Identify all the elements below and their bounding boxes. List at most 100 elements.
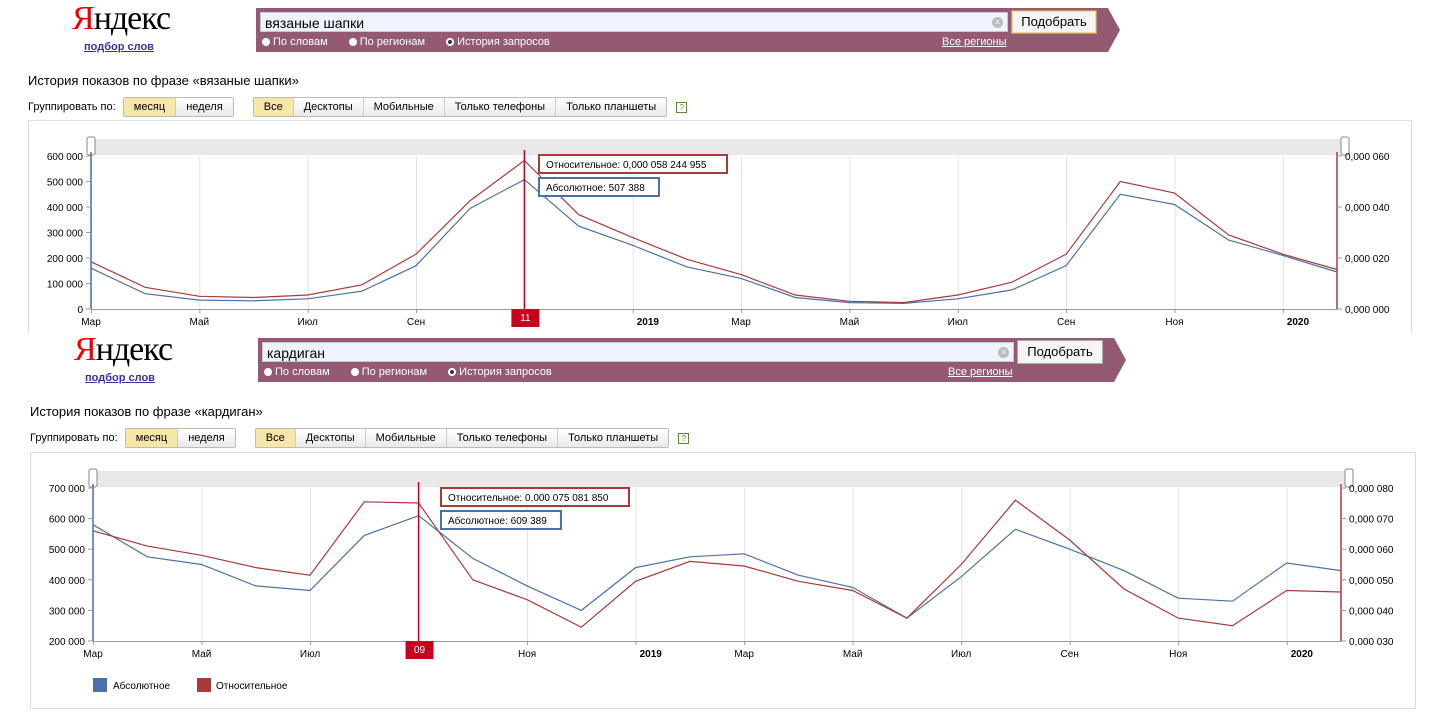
group-label: Группировать по:	[30, 432, 118, 444]
device-switch: Все Десктопы Мобильные Только телефоны Тольк…	[254, 428, 670, 448]
y-left-tick-label: 200 000	[47, 254, 84, 265]
tooltip-relative: Относительное: 0,000 075 081 850	[448, 493, 609, 504]
all-regions-link[interactable]: Все регионы	[942, 36, 1007, 48]
history-chart: 0 100 000 200 000 300 000 400 000 500 000 600 …	[47, 136, 1390, 328]
x-tick-label: Май	[192, 649, 212, 660]
search-input[interactable]: вязаные шапки ×	[260, 12, 1008, 32]
panel-vyazanye-shapki: Яндекс подбор слов вязаные шапки × Подобр…	[0, 0, 1440, 333]
x-tick-label: Мар	[81, 317, 101, 328]
x-tick-label: Сен	[407, 317, 425, 328]
all-regions-link[interactable]: Все регионы	[948, 366, 1013, 378]
device-phones[interactable]: Только телефоны	[446, 429, 559, 447]
y-left-tick-label: 200 000	[49, 637, 86, 648]
period-month[interactable]: месяц	[123, 98, 177, 116]
x-tick-label: Ноя	[1169, 649, 1187, 660]
series-line-relative	[90, 159, 1338, 304]
panel-kardigan: Яндекс подбор слов кардиган × Подобрать П…	[0, 332, 1440, 710]
y-right-tick-label: 0,000 030	[1349, 637, 1394, 648]
x-tick-label: Мар	[731, 317, 751, 328]
radio-by-words[interactable]: По словам	[262, 36, 328, 48]
x-tick-label: Мар	[734, 649, 754, 660]
crosshair-label: 09	[414, 645, 426, 656]
yandex-logo[interactable]: Яндекс	[72, 2, 171, 36]
y-left-tick-label: 400 000	[49, 576, 86, 587]
y-right-tick-label: 0,000 070	[1349, 515, 1394, 526]
wordstat-link[interactable]: подбор слов	[84, 41, 154, 53]
search-mode-radios: По словам По регионам История запросов	[264, 366, 570, 378]
y-right-tick-label: 0,000 040	[1345, 203, 1390, 214]
legend-label-absolute: Абсолютное	[113, 680, 171, 692]
device-all[interactable]: Все	[253, 98, 294, 116]
y-left-tick-label: 700 000	[49, 484, 86, 495]
x-tick-label: 2020	[1291, 649, 1314, 660]
radio-history[interactable]: История запросов	[448, 366, 552, 378]
y-right-tick-label: 0,000 050	[1349, 576, 1394, 587]
y-left-tick-label: 300 000	[47, 229, 84, 240]
y-right-tick-label: 0,000 040	[1349, 606, 1394, 617]
submit-button[interactable]: Подобрать	[1011, 10, 1097, 34]
y-left-tick-label: 0	[77, 305, 83, 316]
device-all[interactable]: Все	[255, 429, 296, 447]
search-input[interactable]: кардиган ×	[262, 342, 1014, 362]
grouping-controls: Группировать по: месяц неделя Все Десктопы…	[30, 428, 690, 448]
search-bar: вязаные шапки × Подобрать По словам По ре…	[256, 8, 1120, 52]
x-tick-label: Сен	[1057, 317, 1075, 328]
radio-by-regions[interactable]: По регионам	[348, 36, 425, 48]
y-left-tick-label: 500 000	[47, 178, 84, 189]
submit-button[interactable]: Подобрать	[1017, 340, 1103, 364]
x-tick-label: Ноя	[1165, 317, 1183, 328]
clear-icon[interactable]: ×	[998, 347, 1009, 358]
tooltip-absolute: Абсолютное: 507 388	[546, 182, 645, 194]
series-line-absolute	[90, 178, 1338, 305]
legend-label-relative: Относительное	[216, 681, 288, 692]
history-title: История показов по фразе «вязаные шапки»	[28, 73, 299, 88]
range-scroller	[93, 471, 1351, 487]
radio-by-regions[interactable]: По регионам	[350, 366, 427, 378]
search-bar-arrow	[1114, 338, 1126, 382]
history-title: История показов по фразе «кардиган»	[30, 404, 263, 419]
device-mobile[interactable]: Мобильные	[365, 429, 447, 447]
y-left-tick-label: 100 000	[47, 280, 84, 291]
radio-history[interactable]: История запросов	[446, 36, 550, 48]
chart-container: 200 000 300 000 400 000 500 000 600 000 700 0…	[30, 452, 1416, 709]
x-tick-label: 2019	[637, 317, 660, 328]
device-desktop[interactable]: Десктопы	[295, 429, 366, 447]
radio-dot-icon	[264, 368, 272, 376]
x-tick-label: Июл	[300, 649, 320, 660]
radio-by-words[interactable]: По словам	[264, 366, 330, 378]
help-icon[interactable]: ?	[676, 101, 688, 113]
period-week[interactable]: неделя	[176, 98, 233, 116]
x-tick-label: Май	[190, 317, 210, 328]
x-tick-label: Май	[840, 317, 860, 328]
x-tick-label: 2020	[1287, 317, 1310, 328]
search-bar: кардиган × Подобрать По словам По региона…	[258, 338, 1126, 382]
x-tick-label: 2019	[640, 649, 663, 660]
grouping-controls: Группировать по: месяц неделя Все Десктопы…	[28, 97, 688, 117]
x-tick-label: Июл	[951, 649, 971, 660]
help-icon[interactable]: ?	[678, 432, 690, 444]
y-right-tick-label: 0,000 060	[1345, 152, 1390, 163]
y-left-tick-label: 300 000	[49, 606, 86, 617]
period-week[interactable]: неделя	[178, 429, 235, 447]
crosshair-label: 11	[520, 313, 531, 324]
x-tick-label: Июл	[298, 317, 318, 328]
history-chart: 200 000 300 000 400 000 500 000 600 000 700 0…	[49, 468, 1394, 692]
wordstat-link[interactable]: подбор слов	[85, 372, 155, 384]
device-mobile[interactable]: Мобильные	[363, 98, 445, 116]
x-tick-label: Мар	[83, 649, 103, 660]
device-tablets[interactable]: Только планшеты	[556, 98, 667, 116]
radio-dot-icon	[348, 38, 357, 46]
device-desktop[interactable]: Десктопы	[293, 98, 364, 116]
clear-icon[interactable]: ×	[992, 17, 1003, 28]
yandex-logo[interactable]: Яндекс	[74, 333, 173, 367]
y-left-tick-label: 600 000	[49, 515, 86, 526]
x-tick-label: Май	[843, 649, 863, 660]
search-mode-radios: По словам По регионам История запросов	[262, 36, 568, 48]
y-right-tick-label: 0,000 060	[1349, 545, 1394, 556]
device-tablets[interactable]: Только планшеты	[558, 429, 669, 447]
y-right-tick-label: 0,000 080	[1349, 484, 1394, 495]
series-line-relative	[92, 499, 1342, 628]
y-left-tick-label: 400 000	[47, 203, 84, 214]
period-month[interactable]: месяц	[125, 429, 179, 447]
device-phones[interactable]: Только телефоны	[444, 98, 557, 116]
